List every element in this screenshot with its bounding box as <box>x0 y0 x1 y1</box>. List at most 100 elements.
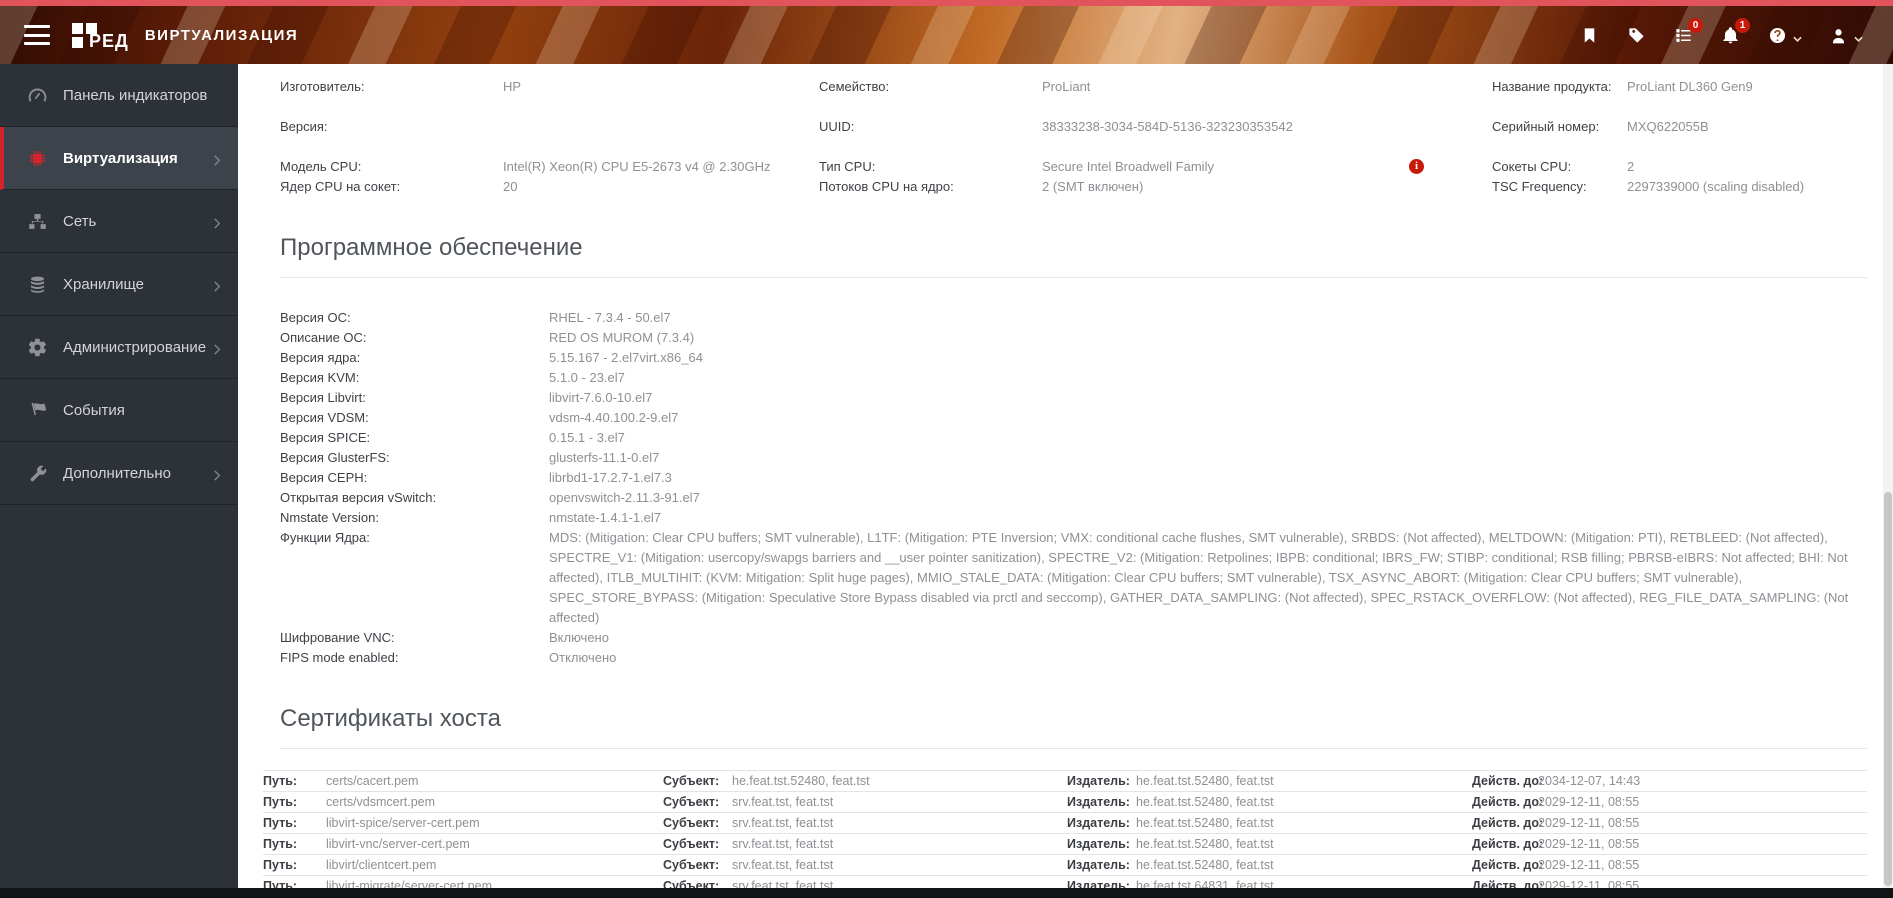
wrench-icon <box>27 463 48 484</box>
field-label: Описание ОС: <box>280 330 367 345</box>
brand-logo[interactable]: РЕД <box>72 22 129 50</box>
sidebar-item-extra[interactable]: Дополнительно <box>0 442 238 505</box>
help-menu[interactable] <box>1768 25 1802 45</box>
chevron-right-icon <box>212 153 223 166</box>
help-icon <box>1768 25 1788 45</box>
sidebar-item-label: Администрирование <box>63 338 207 356</box>
cert-path-value: certs/cacert.pem <box>326 774 419 788</box>
tasks-icon[interactable]: 0 <box>1674 18 1703 45</box>
network-sitemap-icon <box>27 211 48 232</box>
cert-subject-label: Субъект: <box>663 816 720 830</box>
field-value: ProLiant <box>1042 79 1091 94</box>
chevron-down-icon <box>1793 31 1802 42</box>
cert-valid-label: Действ. до: <box>1472 774 1544 788</box>
field-label: Открытая версия vSwitch: <box>280 490 437 505</box>
field-label: Версия Libvirt: <box>280 390 366 405</box>
certificate-row: Путь: libvirt-vnc/server-cert.pem Субъект… <box>263 833 1867 854</box>
cert-issuer-label: Издатель: <box>1067 837 1130 851</box>
vertical-scrollbar[interactable] <box>1883 64 1893 888</box>
field-label: UUID: <box>819 119 855 134</box>
field-value: 5.15.167 - 2.el7virt.x86_64 <box>549 350 703 365</box>
field-value: Intel(R) Xeon(R) CPU E5-2673 v4 @ 2.30GH… <box>503 159 771 174</box>
bell-icon[interactable]: 1 <box>1721 18 1750 45</box>
app-header: РЕД ВИРТУАЛИЗАЦИЯ 0 1 <box>0 6 1893 64</box>
field-value: 2 <box>1627 159 1635 174</box>
field-value: MXQ622055B <box>1627 119 1709 134</box>
field-value: HP <box>503 79 522 94</box>
sidebar-item-network[interactable]: Сеть <box>0 190 238 253</box>
storage-database-icon <box>27 274 48 295</box>
cert-subject-value: he.feat.tst.52480, feat.tst <box>732 774 870 788</box>
sidebar-item-dashboard[interactable]: Панель индикаторов <box>0 64 238 127</box>
field-value: librbd1-17.2.7-1.el7.3 <box>549 470 672 485</box>
cert-path-value: libvirt-migrate/server-cert.pem <box>326 879 493 888</box>
cert-issuer-label: Издатель: <box>1067 879 1130 888</box>
cert-issuer-label: Издатель: <box>1067 774 1130 788</box>
cert-subject-label: Субъект: <box>663 795 720 809</box>
sidebar-item-events[interactable]: События <box>0 379 238 442</box>
sidebar-item-label: Дополнительно <box>63 464 171 482</box>
scrollbar-thumb[interactable] <box>1884 492 1892 886</box>
alerts-badge: 1 <box>1735 18 1750 33</box>
software-section-heading: Программное обеспечение <box>280 234 583 261</box>
chevron-right-icon <box>212 468 223 481</box>
sidebar-item-label: События <box>63 401 125 419</box>
field-label: Версия VDSM: <box>280 410 369 425</box>
cert-valid-label: Действ. до: <box>1472 879 1544 888</box>
field-value: Отключено <box>549 650 617 665</box>
cert-issuer-value: he.feat.tst.52480, feat.tst <box>1136 858 1274 872</box>
certificate-row: Путь: libvirt/clientcert.pem Субъект: srv.… <box>263 854 1867 875</box>
sidebar-item-storage[interactable]: Хранилище <box>0 253 238 316</box>
bookmark-icon[interactable] <box>1580 25 1600 45</box>
software-info-list: Версия ОС: RHEL - 7.3.4 - 50.el7 Описание… <box>280 308 1867 668</box>
cert-valid-value: 2029-12-11, 08:55 <box>1538 879 1640 888</box>
certificate-row: Путь: libvirt-spice/server-cert.pem Субъе… <box>263 812 1867 833</box>
cpu-icon <box>27 148 48 169</box>
cert-path-label: Путь: <box>263 774 298 788</box>
field-value: Включено <box>549 630 609 645</box>
field-value: Secure Intel Broadwell Family <box>1042 159 1214 174</box>
section-divider <box>280 277 1867 278</box>
chevron-right-icon <box>212 342 223 355</box>
certificates-table: Путь: certs/cacert.pem Субъект: he.feat.ts… <box>263 770 1867 888</box>
cert-path-label: Путь: <box>263 837 298 851</box>
sidebar-item-administration[interactable]: Администрирование <box>0 316 238 379</box>
cert-valid-value: 2029-12-11, 08:55 <box>1538 858 1640 872</box>
field-value: vdsm-4.40.100.2-9.el7 <box>549 410 679 425</box>
field-value: 0.15.1 - 3.el7 <box>549 430 625 445</box>
kernel-features-value: MDS: (Mitigation: Clear CPU buffers; SMT… <box>549 530 1849 625</box>
field-value: glusterfs-11.1-0.el7 <box>549 450 660 465</box>
cert-subject-value: srv.feat.tst, feat.tst <box>732 858 834 872</box>
field-label: Название продукта: <box>1492 79 1612 94</box>
flag-icon <box>27 400 48 421</box>
cert-subject-value: srv.feat.tst, feat.tst <box>732 879 834 888</box>
field-label: Версия KVM: <box>280 370 360 385</box>
hamburger-menu-button[interactable] <box>24 25 50 45</box>
cert-valid-value: 2029-12-11, 08:55 <box>1538 795 1640 809</box>
header-actions: 0 1 <box>1580 18 1863 45</box>
field-value: ProLiant DL360 Gen9 <box>1627 79 1753 94</box>
field-value: RED OS MUROM (7.3.4) <box>549 330 695 345</box>
cpu-type-info-icon[interactable]: i <box>1409 159 1424 174</box>
chevron-right-icon <box>212 216 223 229</box>
cert-path-label: Путь: <box>263 858 298 872</box>
tag-icon[interactable] <box>1627 25 1647 45</box>
cert-issuer-value: he.feat.tst.64831, feat.tst <box>1136 879 1274 888</box>
sidebar-item-virtualization[interactable]: Виртуализация <box>0 127 238 190</box>
field-label: Функции Ядра: <box>280 530 370 545</box>
chevron-right-icon <box>212 279 223 292</box>
field-label: Версия SPICE: <box>280 430 371 445</box>
field-label: Версия GlusterFS: <box>280 450 390 465</box>
certificate-row: Путь: certs/cacert.pem Субъект: he.feat.ts… <box>263 770 1867 791</box>
cert-issuer-value: he.feat.tst.52480, feat.tst <box>1136 774 1274 788</box>
field-value: nmstate-1.4.1-1.el7 <box>549 510 662 525</box>
field-value: 5.1.0 - 23.el7 <box>549 370 625 385</box>
field-label: Семейство: <box>819 79 890 94</box>
tasks-badge: 0 <box>1688 18 1703 33</box>
cert-subject-label: Субъект: <box>663 879 720 888</box>
section-divider <box>280 748 1867 749</box>
top-accent-stripe <box>0 0 1893 6</box>
field-label: Шифрование VNC: <box>280 630 395 645</box>
sidebar-item-label: Виртуализация <box>63 149 178 167</box>
user-menu[interactable] <box>1829 25 1863 45</box>
